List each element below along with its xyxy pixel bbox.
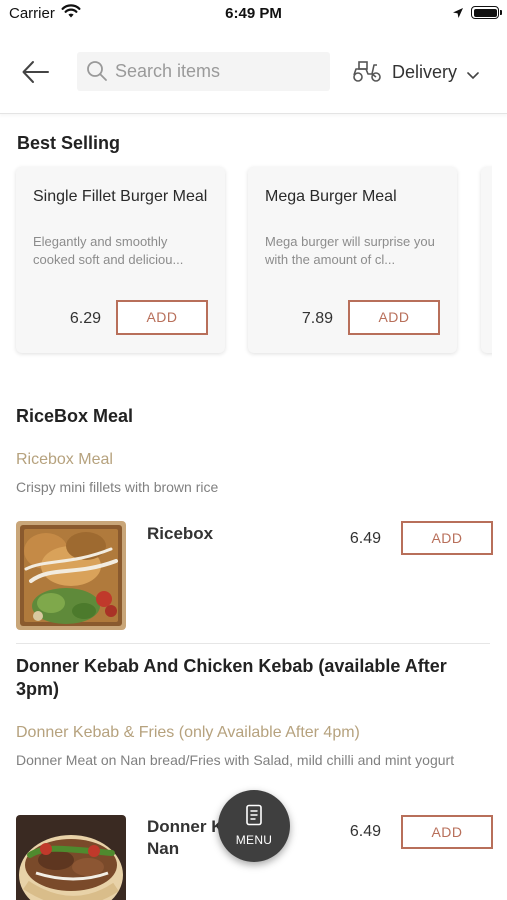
menu-book-icon bbox=[245, 804, 263, 831]
header-bar: Delivery bbox=[0, 40, 507, 114]
product-description: Mega burger will surprise you with the a… bbox=[265, 234, 435, 267]
chevron-down-icon bbox=[467, 67, 479, 85]
menu-item-row[interactable]: Ricebox 6.49 ADD bbox=[0, 521, 507, 631]
best-selling-carousel[interactable]: Single Fillet Burger Meal Elegantly and … bbox=[0, 163, 492, 363]
delivery-selector[interactable]: Delivery bbox=[352, 56, 492, 88]
add-button[interactable]: ADD bbox=[401, 521, 493, 555]
search-icon bbox=[86, 60, 108, 87]
scooter-icon bbox=[352, 59, 382, 88]
section-title: Donner Kebab And Chicken Kebab (availabl… bbox=[16, 656, 447, 699]
add-button[interactable]: ADD bbox=[401, 815, 493, 849]
divider bbox=[16, 643, 490, 644]
location-arrow-icon bbox=[452, 6, 464, 24]
menu-button[interactable]: MENU bbox=[218, 790, 290, 862]
product-description: Elegantly and smoothly cooked soft and d… bbox=[33, 234, 184, 267]
status-time: 6:49 PM bbox=[225, 5, 282, 22]
search-box[interactable] bbox=[77, 52, 330, 91]
menu-label: MENU bbox=[235, 833, 273, 847]
item-price: 6.49 bbox=[349, 823, 381, 840]
product-card[interactable]: Single Fillet Burger Meal Elegantly and … bbox=[16, 167, 225, 353]
status-bar: Carrier 6:49 PM bbox=[0, 0, 507, 30]
battery-icon bbox=[471, 6, 502, 19]
category-subtitle: Ricebox Meal bbox=[16, 451, 113, 468]
product-name: Mega Burger Meal bbox=[265, 188, 397, 205]
section-title: RiceBox Meal bbox=[16, 406, 134, 426]
category-subtitle: Donner Kebab & Fries (only Available Aft… bbox=[16, 724, 360, 741]
add-button[interactable]: ADD bbox=[116, 300, 208, 335]
item-price: 6.49 bbox=[349, 530, 381, 547]
product-card-partial[interactable] bbox=[481, 167, 492, 353]
product-price: 7.89 bbox=[301, 310, 333, 327]
category-description: Donner Meat on Nan bread/Fries with Sala… bbox=[16, 752, 455, 768]
add-button[interactable]: ADD bbox=[348, 300, 440, 335]
back-arrow-icon bbox=[22, 61, 49, 83]
best-selling-title: Best Selling bbox=[17, 133, 121, 153]
kebab-image bbox=[16, 815, 126, 900]
category-description: Crispy mini fillets with brown rice bbox=[16, 479, 219, 495]
back-button[interactable] bbox=[20, 57, 54, 87]
product-price: 6.29 bbox=[69, 310, 101, 327]
search-input[interactable] bbox=[115, 52, 325, 91]
product-card[interactable]: Mega Burger Meal Mega burger will surpri… bbox=[248, 167, 457, 353]
delivery-label: Delivery bbox=[392, 62, 458, 82]
item-name: Ricebox bbox=[147, 524, 214, 543]
ricebox-image bbox=[16, 521, 126, 630]
product-name: Single Fillet Burger Meal bbox=[33, 188, 208, 205]
